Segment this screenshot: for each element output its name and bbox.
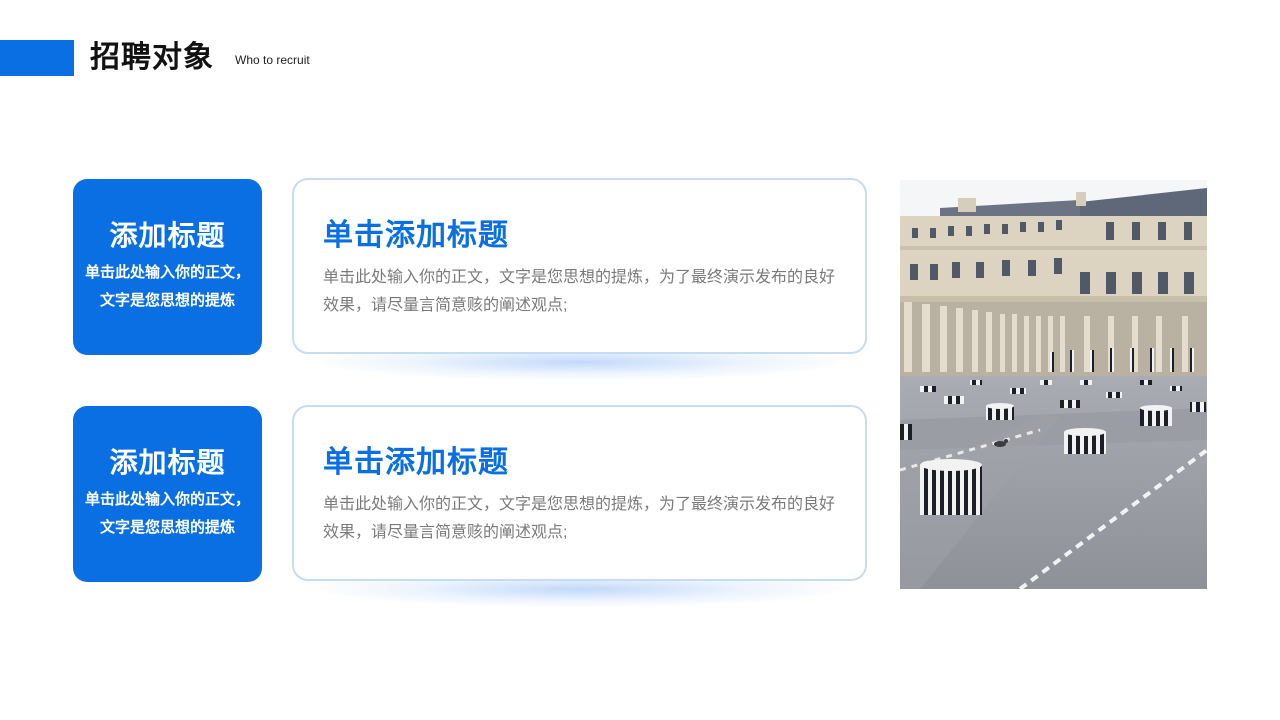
- side-card-body-line: 单击此处输入你的正文，: [84, 491, 250, 508]
- side-card-body-line: 单击此处输入你的正文，: [84, 264, 250, 281]
- content-card-2[interactable]: 单击添加标题 单击此处输入你的正文，文字是您思想的提炼，为了最终演示发布的良好效…: [292, 405, 867, 581]
- content-card-title: 单击添加标题: [323, 446, 509, 479]
- header-accent-bar: [0, 40, 74, 76]
- side-card-title: 添加标题: [109, 220, 226, 251]
- side-card-2[interactable]: 添加标题 单击此处输入你的正文， 文字是您思想的提炼: [73, 406, 262, 582]
- side-card-title: 添加标题: [109, 447, 226, 478]
- page-title: 招聘对象: [90, 41, 214, 74]
- content-card-body: 单击此处输入你的正文，文字是您思想的提炼，为了最终演示发布的良好效果，请尽量言简…: [323, 269, 836, 314]
- page-subtitle: Who to recruit: [235, 53, 310, 67]
- side-card-body-line: 文字是您思想的提炼: [99, 519, 235, 536]
- courtyard-photo: [900, 180, 1207, 589]
- side-card-body-line: 文字是您思想的提炼: [99, 292, 235, 309]
- side-card-1[interactable]: 添加标题 单击此处输入你的正文， 文字是您思想的提炼: [73, 179, 262, 355]
- content-card-1[interactable]: 单击添加标题 单击此处输入你的正文，文字是您思想的提炼，为了最终演示发布的良好效…: [292, 178, 867, 354]
- side-card-body: 单击此处输入你的正文， 文字是您思想的提炼: [73, 259, 262, 315]
- content-card-body: 单击此处输入你的正文，文字是您思想的提炼，为了最终演示发布的良好效果，请尽量言简…: [323, 496, 836, 541]
- content-card-title: 单击添加标题: [323, 219, 509, 252]
- side-card-body: 单击此处输入你的正文， 文字是您思想的提炼: [73, 486, 262, 542]
